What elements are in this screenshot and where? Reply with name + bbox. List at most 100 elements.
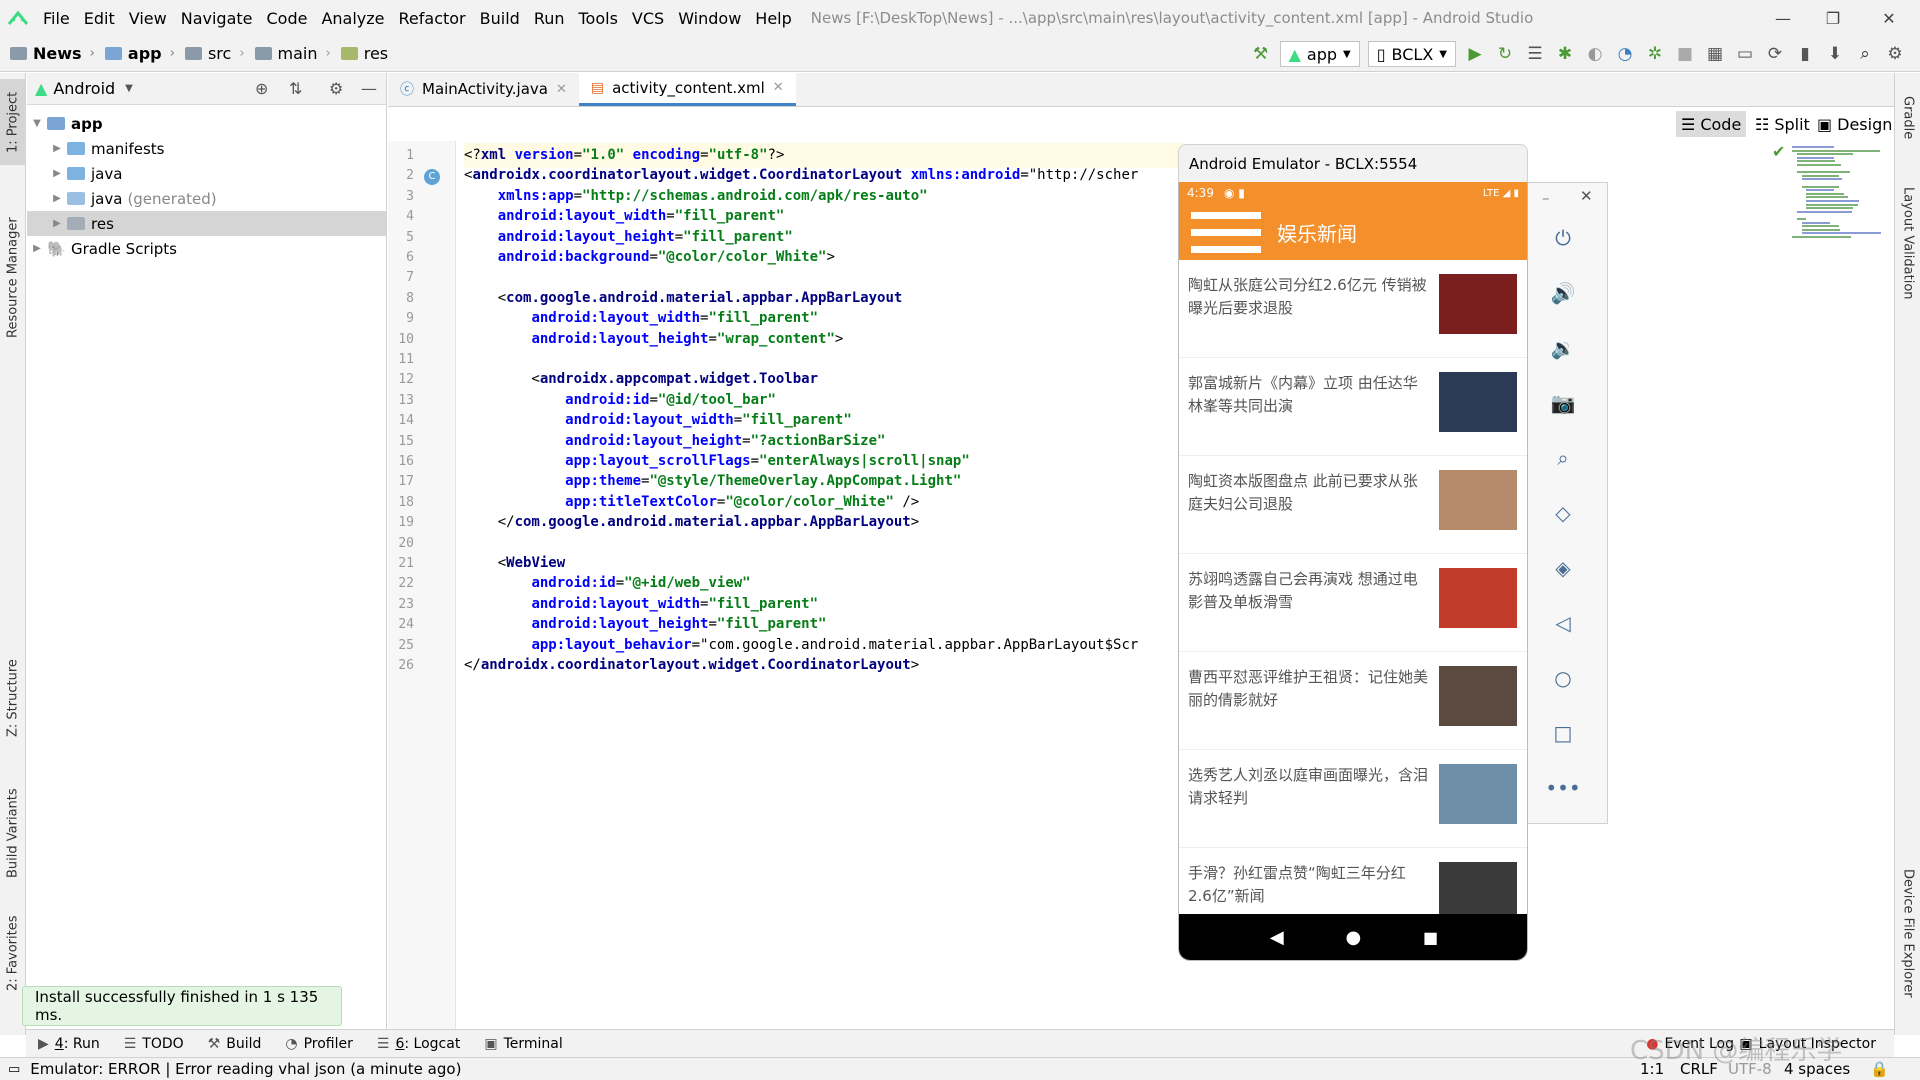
locate-icon[interactable]: ⊕ (255, 79, 268, 98)
home-icon[interactable]: ● (1345, 927, 1361, 948)
chevron-right-icon[interactable]: ▶ (47, 168, 67, 179)
minimize-icon[interactable]: – (1542, 189, 1550, 207)
project-view-select[interactable]: Android (53, 79, 115, 98)
more-icon[interactable]: ••• (1545, 773, 1580, 803)
tab-build[interactable]: ⚒ Build (196, 1036, 274, 1052)
profile-icon[interactable]: ◐ (1580, 39, 1610, 69)
avd-manager-icon[interactable]: ▭ (1730, 39, 1760, 69)
news-item[interactable]: 曹西平怼恶评维护王祖贤：记住她美丽的倩影就好 (1179, 652, 1527, 750)
close-tab-icon[interactable]: ✕ (556, 82, 567, 97)
hide-icon[interactable]: — (361, 79, 377, 98)
chevron-right-icon[interactable]: ▶ (47, 193, 67, 204)
file-encoding[interactable]: UTF-8 (1728, 1060, 1772, 1078)
menu-build[interactable]: Build (473, 9, 527, 28)
tree-item-java[interactable]: ▶ java (27, 161, 386, 186)
tab-structure[interactable]: Z: Structure (0, 643, 26, 753)
close-icon[interactable]: ✕ (1580, 187, 1593, 205)
menu-help[interactable]: Help (748, 9, 798, 28)
tool-windows-icon[interactable]: ▭ (8, 1062, 20, 1077)
power-icon[interactable]: ⏻ (1548, 223, 1578, 253)
status-message[interactable]: Emulator: ERROR | Error reading vhal jso… (30, 1060, 461, 1078)
gear-icon[interactable]: ⚙ (329, 79, 343, 98)
news-item[interactable]: 选秀艺人刘丞以庭审画面曝光，含泪请求轻判 (1179, 750, 1527, 848)
design-mode-button[interactable]: ▣ Design (1812, 111, 1897, 137)
code-line[interactable]: </androidx.coordinatorlayout.widget.Coor… (464, 653, 1184, 678)
debug-icon[interactable]: ✱ (1550, 39, 1580, 69)
sdk-manager-icon[interactable]: ⬇ (1820, 39, 1850, 69)
settings-icon[interactable]: ⚙ (1880, 39, 1910, 69)
menu-analyze[interactable]: Analyze (314, 9, 391, 28)
chevron-right-icon[interactable]: ▶ (27, 243, 47, 254)
run-config-select[interactable]: ▲ app ▼ (1279, 41, 1360, 67)
tree-item-java-generated[interactable]: ▶ java (generated) (27, 186, 386, 211)
tab-resource-manager[interactable]: Resource Manager (0, 203, 26, 353)
caret-position[interactable]: 1:1 (1640, 1060, 1664, 1078)
menu-code[interactable]: Code (260, 9, 315, 28)
menu-icon[interactable] (1191, 211, 1261, 253)
tab-layout-inspector[interactable]: ▣ Layout Inspector (1739, 1036, 1876, 1052)
attach-debugger-icon[interactable]: ✲ (1640, 39, 1670, 69)
collapse-all-icon[interactable]: ⇅ (289, 79, 302, 98)
chevron-down-icon[interactable]: ▼ (125, 83, 133, 94)
breadcrumb-news[interactable]: News › (0, 44, 95, 63)
rotate-right-icon[interactable]: ◈ (1548, 553, 1578, 583)
volume-up-icon[interactable]: 🔊 (1548, 278, 1578, 308)
run-icon[interactable]: ▶ (1460, 39, 1490, 69)
code-mode-button[interactable]: ☰ Code (1676, 111, 1747, 137)
menu-refactor[interactable]: Refactor (392, 9, 473, 28)
indent-setting[interactable]: 4 spaces (1784, 1060, 1850, 1078)
tree-item-app[interactable]: ▼ app (27, 111, 386, 136)
breadcrumb-res[interactable]: res (331, 44, 388, 63)
hammer-build-icon[interactable]: ⚒ (1246, 39, 1276, 69)
chevron-down-icon[interactable]: ▼ (27, 118, 47, 129)
menu-run[interactable]: Run (527, 9, 572, 28)
menu-vcs[interactable]: VCS (625, 9, 671, 28)
tab-gradle[interactable]: Gradle (1895, 83, 1920, 153)
tab-project[interactable]: 1: Project (0, 79, 26, 165)
sync-gradle-icon[interactable]: ⟳ (1760, 39, 1790, 69)
maximize-icon[interactable]: ❐ (1810, 0, 1856, 36)
tab-event-log[interactable]: ● Event Log (1646, 1036, 1734, 1052)
overview-icon[interactable]: □ (1548, 718, 1578, 748)
tab-run[interactable]: ▶ 4: Run (26, 1036, 112, 1052)
device-manager-icon[interactable]: ▮ (1790, 39, 1820, 69)
inspection-ok-icon[interactable]: ✔ (1772, 142, 1785, 161)
device-select[interactable]: ▯ BCLX ▼ (1367, 41, 1456, 67)
back-icon[interactable]: ◀ (1270, 927, 1284, 948)
rotate-left-icon[interactable]: ◇ (1548, 498, 1578, 528)
tab-main-activity-java[interactable]: ⓒ MainActivity.java ✕ (388, 72, 579, 106)
breadcrumb-src[interactable]: src › (175, 44, 245, 63)
tab-profiler[interactable]: ◔ Profiler (273, 1036, 365, 1052)
menu-tools[interactable]: Tools (572, 9, 625, 28)
menu-window[interactable]: Window (671, 9, 748, 28)
apply-changes-icon[interactable]: ↻ (1490, 39, 1520, 69)
chevron-right-icon[interactable]: ▶ (47, 218, 67, 229)
back-icon[interactable]: ◁ (1548, 608, 1578, 638)
tab-todo[interactable]: ☰ TODO (112, 1036, 196, 1052)
zoom-icon[interactable]: ⌕ (1548, 443, 1578, 473)
tree-item-res[interactable]: ▶ res (27, 211, 386, 236)
tab-layout-validation[interactable]: Layout Validation (1895, 173, 1920, 313)
profiler-icon[interactable]: ◔ (1610, 39, 1640, 69)
menu-edit[interactable]: Edit (77, 9, 122, 28)
search-icon[interactable]: ⌕ (1850, 39, 1880, 69)
tab-build-variants[interactable]: Build Variants (0, 773, 26, 893)
apply-code-changes-icon[interactable]: ☰ (1520, 39, 1550, 69)
news-item[interactable]: 陶虹资本版图盘点 此前已要求从张庭夫妇公司退股 (1179, 456, 1527, 554)
stop-icon[interactable]: ■ (1670, 39, 1700, 69)
menu-view[interactable]: View (122, 9, 174, 28)
tab-terminal[interactable]: ▣ Terminal (472, 1036, 574, 1052)
news-item[interactable]: 郭富城新片《内幕》立项 由任达华林峯等共同出演 (1179, 358, 1527, 456)
minimize-icon[interactable]: — (1760, 0, 1806, 36)
breadcrumb-main[interactable]: main › (245, 44, 331, 63)
line-separator[interactable]: CRLF (1680, 1060, 1718, 1078)
news-item[interactable]: 陶虹从张庭公司分红2.6亿元 传销被曝光后要求退股 (1179, 260, 1527, 358)
split-mode-button[interactable]: ☷ Split (1750, 111, 1815, 137)
tab-activity-content-xml[interactable]: ▤ activity_content.xml ✕ (578, 72, 796, 106)
tab-logcat[interactable]: ☰ 6: Logcat (365, 1036, 472, 1052)
news-item[interactable]: 苏翊鸣透露自己会再演戏 想通过电影普及单板滑雪 (1179, 554, 1527, 652)
breadcrumb-app[interactable]: app › (95, 44, 175, 63)
menu-file[interactable]: File (36, 9, 77, 28)
volume-down-icon[interactable]: 🔉 (1548, 333, 1578, 363)
tree-item-gradle-scripts[interactable]: ▶ 🐘 Gradle Scripts (27, 236, 386, 261)
